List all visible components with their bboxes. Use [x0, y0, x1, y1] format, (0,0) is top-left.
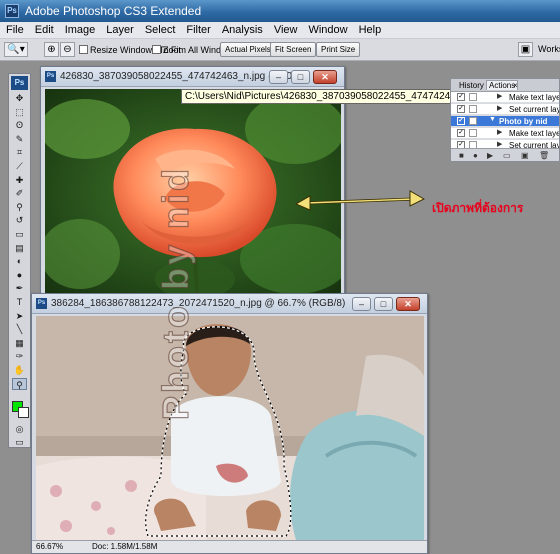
dialog-toggle-icon[interactable] [469, 129, 477, 137]
expand-triangle-icon[interactable]: ▶ [497, 128, 502, 136]
actions-panel: History Actions × ✓ ▶ Make text layer ✓ ▶… [450, 78, 560, 162]
action-label: Make text layer [509, 129, 560, 138]
panel-close-icon[interactable]: × [511, 81, 520, 90]
toggle-check-icon[interactable]: ✓ [457, 117, 465, 125]
action-row[interactable]: ✓ ▶ Make text layer [451, 92, 560, 103]
toggle-check-icon[interactable]: ✓ [457, 105, 465, 113]
new-set-icon[interactable]: ▭ [503, 151, 511, 160]
panel-footer: ■ ● ▶ ▭ ▣ 🗑 [451, 148, 559, 161]
expand-triangle-icon[interactable]: ▶ [497, 140, 502, 148]
new-action-icon[interactable]: ▣ [521, 151, 529, 160]
action-group-row[interactable]: ✓ ▼ Photo by nid [451, 116, 559, 127]
toggle-check-icon[interactable]: ✓ [457, 129, 465, 137]
action-group-label: Photo by nid [499, 117, 548, 126]
expand-triangle-icon[interactable]: ▶ [497, 92, 502, 100]
play-icon[interactable]: ▶ [487, 151, 493, 160]
trash-icon[interactable]: 🗑 [539, 151, 549, 160]
watermark-text: Photo by nid [155, 166, 196, 420]
toggle-check-icon[interactable]: ✓ [457, 93, 465, 101]
panel-tabs: History Actions × [451, 79, 559, 92]
action-row[interactable]: ✓ ▶ Make text layer [451, 128, 560, 139]
instruction-annotation: เปิดภาพที่ต้องการ [432, 201, 524, 215]
tab-history[interactable]: History [457, 81, 486, 90]
dialog-toggle-icon[interactable] [469, 93, 477, 101]
stop-icon[interactable]: ■ [459, 151, 464, 160]
collapse-triangle-icon[interactable]: ▼ [489, 116, 496, 123]
action-label: Set current layer [509, 105, 559, 114]
record-icon[interactable]: ● [473, 151, 478, 160]
dialog-toggle-icon[interactable] [469, 117, 477, 125]
dialog-toggle-icon[interactable] [469, 105, 477, 113]
expand-triangle-icon[interactable]: ▶ [497, 104, 502, 112]
action-label: Make text layer [509, 93, 560, 102]
double-arrow-annotation [296, 190, 426, 211]
action-row[interactable]: ✓ ▶ Set current layer [451, 104, 559, 115]
